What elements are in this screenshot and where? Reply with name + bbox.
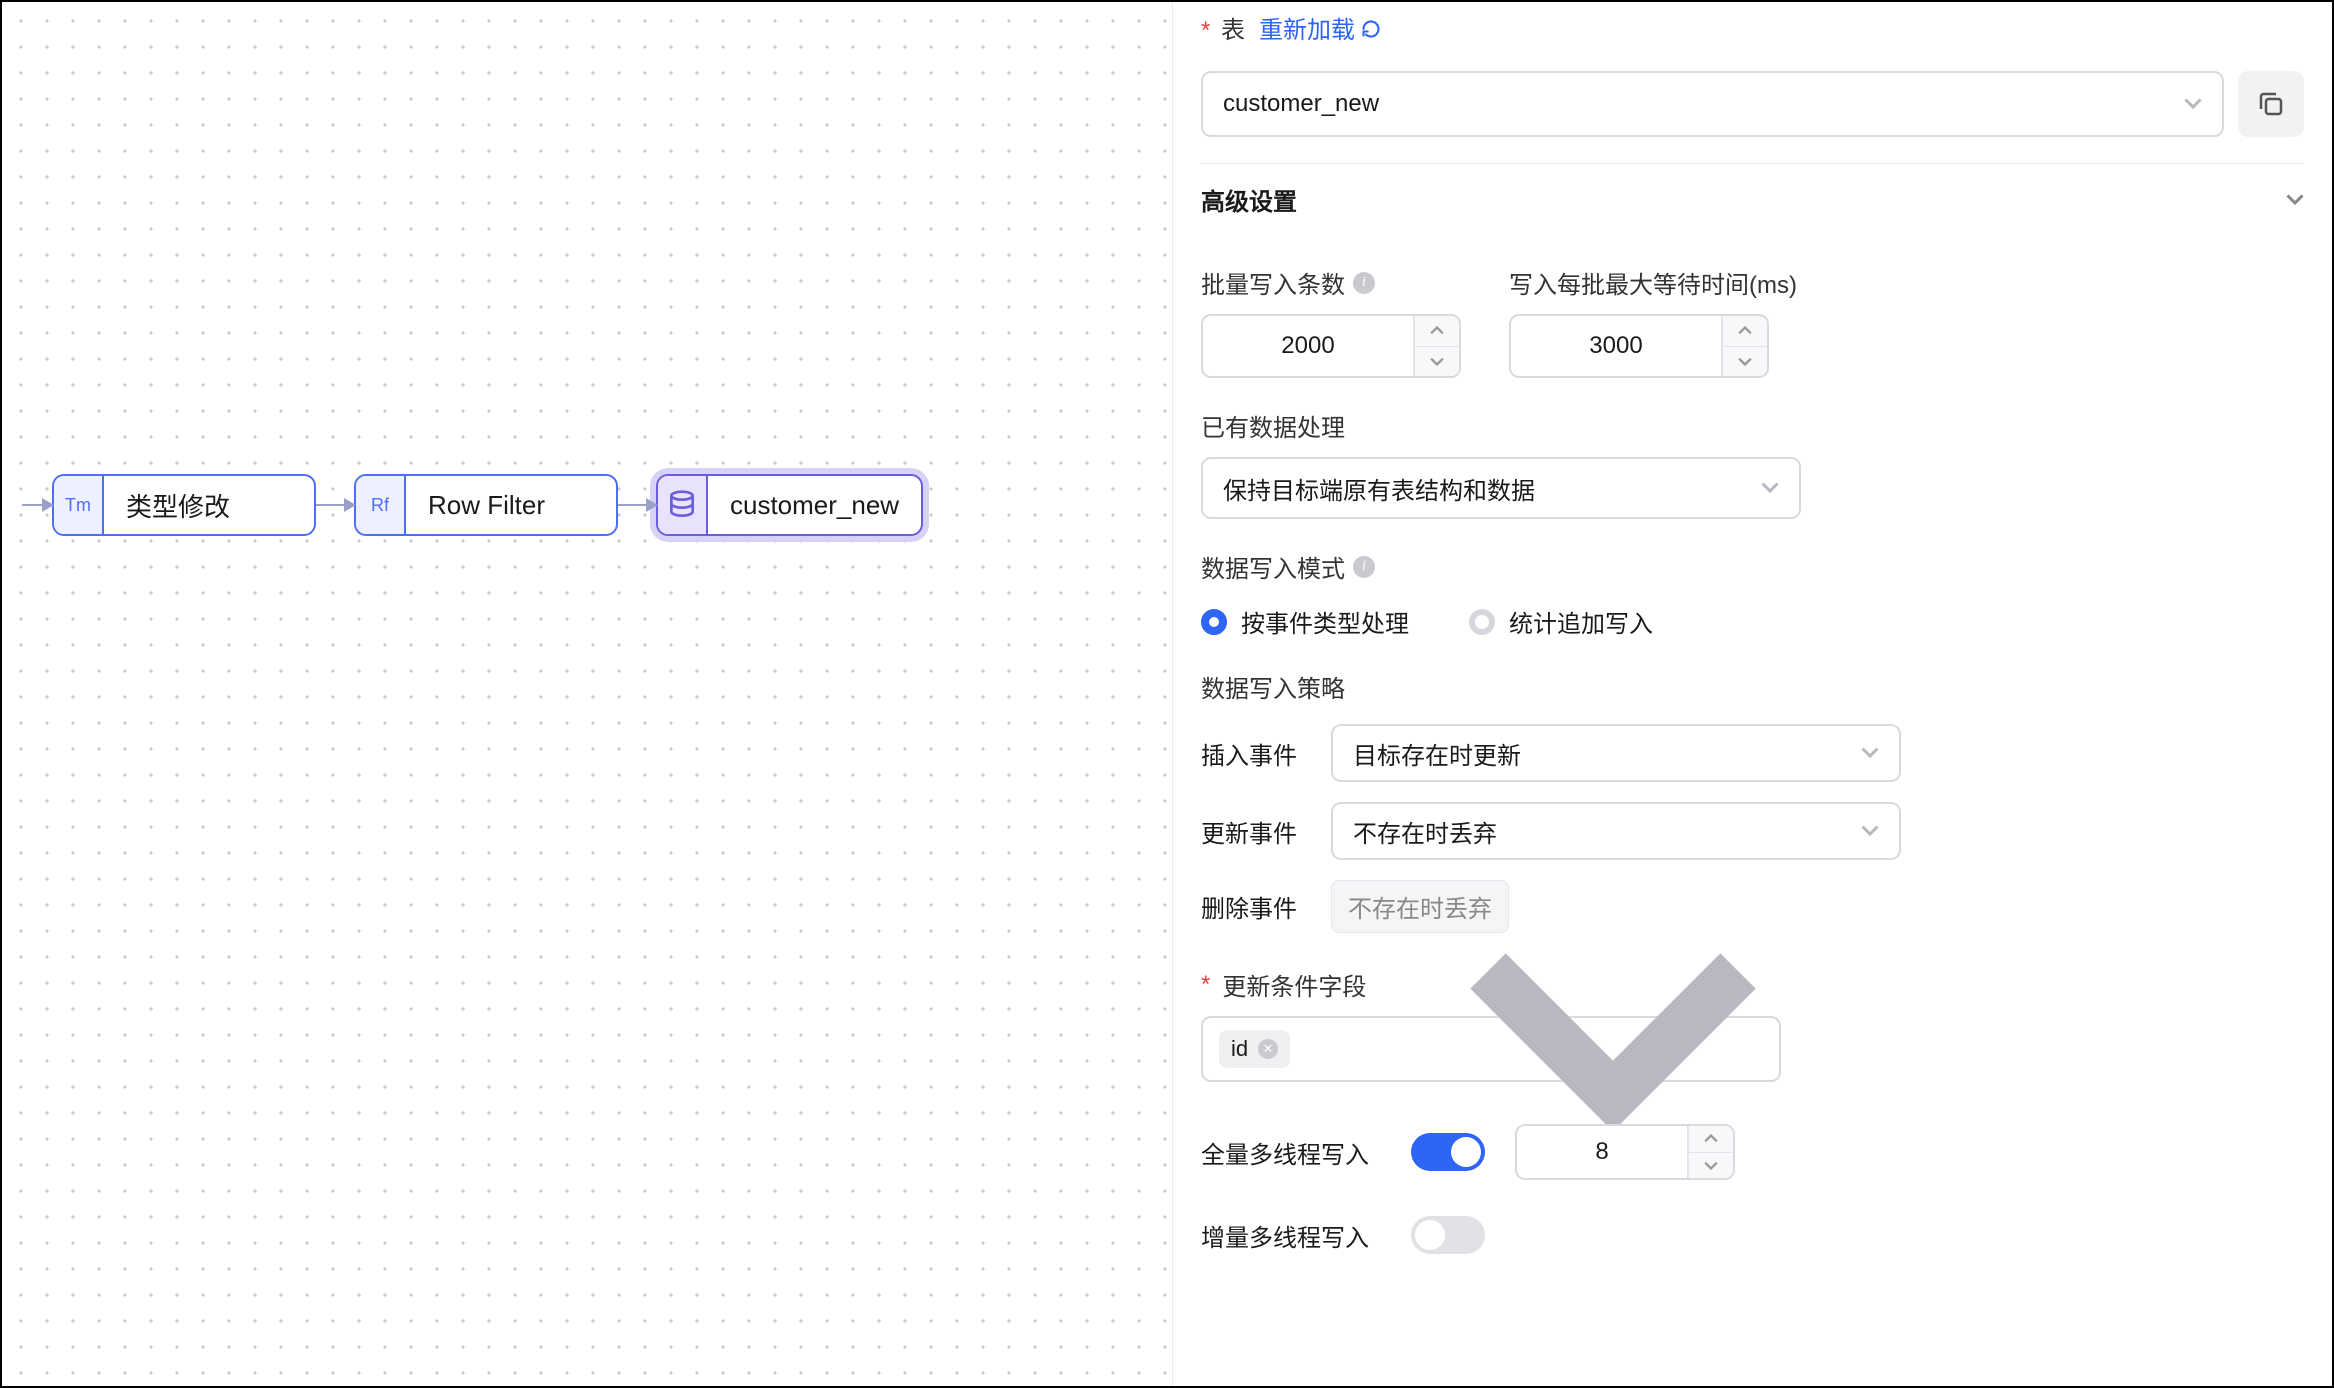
input-value: 8 bbox=[1517, 1126, 1687, 1178]
existing-data-select[interactable]: 保持目标端原有表结构和数据 bbox=[1201, 457, 1801, 519]
chevron-down-icon bbox=[2184, 95, 2202, 113]
info-icon[interactable]: i bbox=[1353, 556, 1375, 578]
node-label: Row Filter bbox=[406, 490, 616, 521]
arrow-icon bbox=[22, 504, 52, 506]
required-star: * bbox=[1201, 17, 1210, 44]
tag-remove-button[interactable]: ✕ bbox=[1258, 1039, 1278, 1059]
node-type-modify[interactable]: Tm 类型修改 bbox=[52, 474, 316, 536]
delete-event-value: 不存在时丢弃 bbox=[1331, 880, 1509, 933]
max-wait-label: 写入每批最大等待时间(ms) bbox=[1509, 265, 1869, 300]
reload-icon bbox=[1361, 18, 1381, 38]
stepper-down-button[interactable] bbox=[1689, 1153, 1733, 1179]
database-icon bbox=[658, 476, 708, 534]
copy-button[interactable] bbox=[2238, 71, 2304, 137]
advanced-section-header[interactable]: 高级设置 bbox=[1201, 163, 2304, 235]
chevron-down-icon bbox=[1463, 946, 1763, 1153]
chevron-down-icon bbox=[2286, 191, 2304, 209]
full-multithread-label: 全量多线程写入 bbox=[1201, 1135, 1381, 1170]
switch-knob bbox=[1451, 1137, 1481, 1167]
insert-event-label: 插入事件 bbox=[1201, 736, 1311, 771]
select-value: 保持目标端原有表结构和数据 bbox=[1223, 471, 1535, 506]
full-multithread-toggle[interactable] bbox=[1411, 1133, 1485, 1171]
info-icon[interactable]: i bbox=[1353, 272, 1375, 294]
input-value: 2000 bbox=[1203, 316, 1413, 376]
node-label: customer_new bbox=[708, 490, 921, 521]
stepper-up-button[interactable] bbox=[1415, 316, 1459, 347]
max-wait-input[interactable]: 3000 bbox=[1509, 314, 1769, 378]
chevron-down-icon bbox=[1761, 479, 1779, 497]
stepper-down-button[interactable] bbox=[1415, 347, 1459, 377]
insert-event-select[interactable]: 目标存在时更新 bbox=[1331, 724, 1901, 782]
node-badge: Tm bbox=[54, 476, 104, 534]
update-event-select[interactable]: 不存在时丢弃 bbox=[1331, 802, 1901, 860]
stepper-down-button[interactable] bbox=[1723, 347, 1767, 377]
select-value: customer_new bbox=[1223, 90, 1379, 118]
stepper-up-button[interactable] bbox=[1723, 316, 1767, 347]
stepper-up-button[interactable] bbox=[1689, 1126, 1733, 1153]
node-row-filter[interactable]: Rf Row Filter bbox=[354, 474, 618, 536]
incr-multithread-toggle[interactable] bbox=[1411, 1216, 1485, 1254]
incr-multithread-label: 增量多线程写入 bbox=[1201, 1218, 1381, 1253]
switch-knob bbox=[1415, 1220, 1445, 1250]
tag-id: id ✕ bbox=[1219, 1030, 1290, 1068]
node-customer-new[interactable]: customer_new bbox=[656, 474, 923, 536]
arrow-icon bbox=[618, 504, 656, 506]
full-multithread-input[interactable]: 8 bbox=[1515, 1124, 1735, 1180]
input-value: 3000 bbox=[1511, 316, 1721, 376]
properties-panel: * 表 重新加载 customer_new bbox=[1172, 2, 2332, 1386]
write-strategy-label: 数据写入策略 bbox=[1201, 669, 2304, 704]
select-value: 不存在时丢弃 bbox=[1353, 814, 1497, 849]
radio-append-stats[interactable]: 统计追加写入 bbox=[1469, 604, 1653, 639]
existing-data-label: 已有数据处理 bbox=[1201, 408, 2304, 443]
write-mode-label: 数据写入模式 i bbox=[1201, 549, 2304, 584]
select-value: 目标存在时更新 bbox=[1353, 736, 1521, 771]
workflow-canvas[interactable]: Tm 类型修改 Rf Row Filter bbox=[2, 2, 1172, 1386]
batch-write-input[interactable]: 2000 bbox=[1201, 314, 1461, 378]
reload-link[interactable]: 重新加载 bbox=[1259, 10, 1381, 45]
required-star: * bbox=[1201, 971, 1210, 999]
arrow-icon bbox=[316, 504, 354, 506]
chevron-down-icon bbox=[1861, 744, 1879, 762]
update-condition-select[interactable]: id ✕ bbox=[1201, 1016, 1781, 1082]
batch-write-label: 批量写入条数 i bbox=[1201, 265, 1461, 300]
radio-by-event-type[interactable]: 按事件类型处理 bbox=[1201, 604, 1409, 639]
radio-dot bbox=[1201, 609, 1227, 635]
update-event-label: 更新事件 bbox=[1201, 814, 1311, 849]
delete-event-label: 删除事件 bbox=[1201, 889, 1311, 924]
table-select[interactable]: customer_new bbox=[1201, 71, 2224, 137]
chevron-down-icon bbox=[1861, 822, 1879, 840]
node-label: 类型修改 bbox=[104, 487, 314, 524]
table-label: * 表 bbox=[1201, 10, 1245, 45]
radio-dot bbox=[1469, 609, 1495, 635]
node-badge: Rf bbox=[356, 476, 406, 534]
